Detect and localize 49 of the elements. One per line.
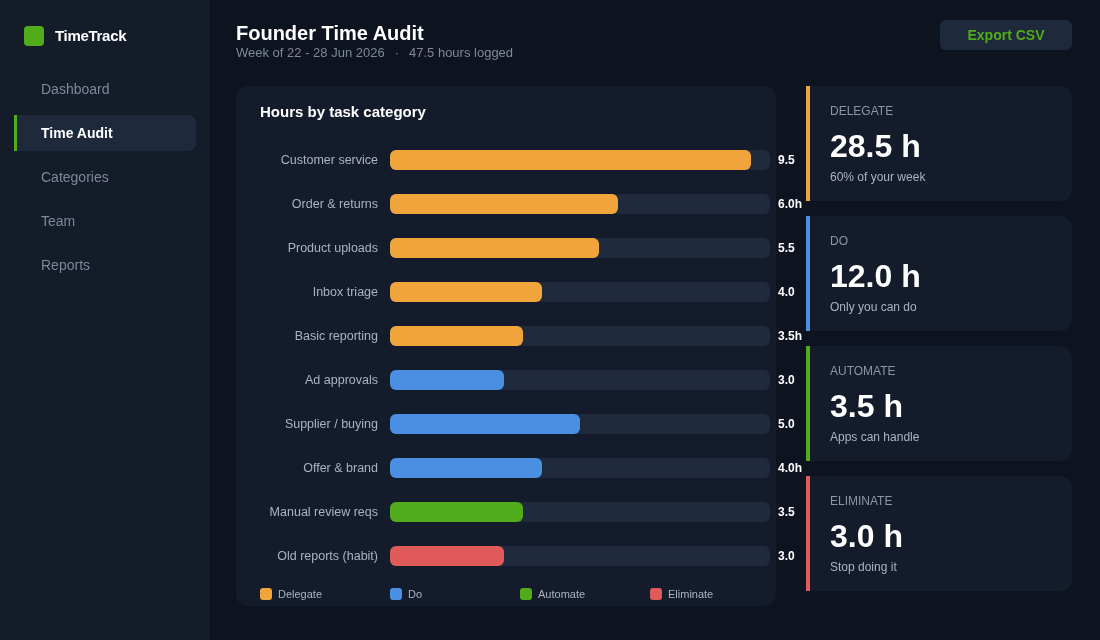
- category-label: Supplier / buying: [283, 415, 378, 433]
- legend-label: Delegate: [278, 587, 323, 602]
- hours-value: 3.0: [778, 548, 795, 565]
- category-label: Product uploads: [286, 239, 378, 257]
- card-note: Only you can do: [830, 299, 917, 315]
- export-button[interactable]: Export CSV: [940, 20, 1072, 50]
- card-label: DELEGATE: [830, 103, 894, 119]
- category-label: Order & returns: [290, 195, 378, 213]
- card-note: Apps can handle: [830, 429, 920, 445]
- card-value: 3.5 h: [830, 388, 903, 424]
- hours-value: 4.0h: [778, 460, 802, 477]
- legend-label: Do: [408, 587, 423, 602]
- brand-name: TimeTrack: [55, 26, 127, 46]
- card-value: 3.0 h: [830, 518, 903, 554]
- card-value: 12.0 h: [830, 258, 921, 294]
- week-range: Week of 22 - 28 Jun 2026: [236, 45, 385, 61]
- hours-value: 3.5: [778, 504, 795, 521]
- legend-label: Automate: [538, 587, 586, 602]
- category-label: Offer & brand: [302, 459, 378, 477]
- card-note: 60% of your week: [830, 169, 926, 185]
- hours-value: 3.0: [778, 372, 795, 389]
- hours-value: 3.5h: [778, 328, 802, 345]
- hours-value: 5.5: [778, 240, 795, 257]
- card-note: Stop doing it: [830, 559, 897, 575]
- hours-value: 4.0: [778, 284, 795, 301]
- card-label: ELIMINATE: [830, 493, 893, 509]
- legend-label: Eliminate: [668, 587, 714, 602]
- nav-item[interactable]: Reports: [14, 247, 196, 283]
- category-label: Basic reporting: [293, 327, 378, 345]
- nav-item[interactable]: Team: [14, 203, 196, 239]
- category-label: Customer service: [279, 151, 378, 169]
- logo-icon: [24, 26, 44, 46]
- category-label: Ad approvals: [304, 371, 378, 389]
- page-title: Founder Time Audit: [236, 21, 425, 45]
- category-label: Old reports (habit): [276, 547, 378, 565]
- hours-value: 9.5: [778, 152, 795, 169]
- chart-title: Hours by task category: [260, 102, 427, 122]
- card-label: AUTOMATE: [830, 363, 896, 379]
- card-value: 28.5 h: [830, 128, 921, 164]
- nav-item[interactable]: Time Audit: [14, 115, 196, 151]
- hours-logged: 47.5 hours logged: [409, 45, 514, 61]
- nav-item[interactable]: Categories: [14, 159, 196, 195]
- category-label: Inbox triage: [311, 283, 378, 301]
- hours-value: 6.0h: [778, 196, 802, 213]
- card-label: DO: [830, 233, 848, 249]
- category-label: Manual review reqs: [268, 503, 378, 521]
- separator-dot: ·: [394, 45, 399, 61]
- hours-value: 5.0: [778, 416, 795, 433]
- nav-item[interactable]: Dashboard: [14, 71, 196, 107]
